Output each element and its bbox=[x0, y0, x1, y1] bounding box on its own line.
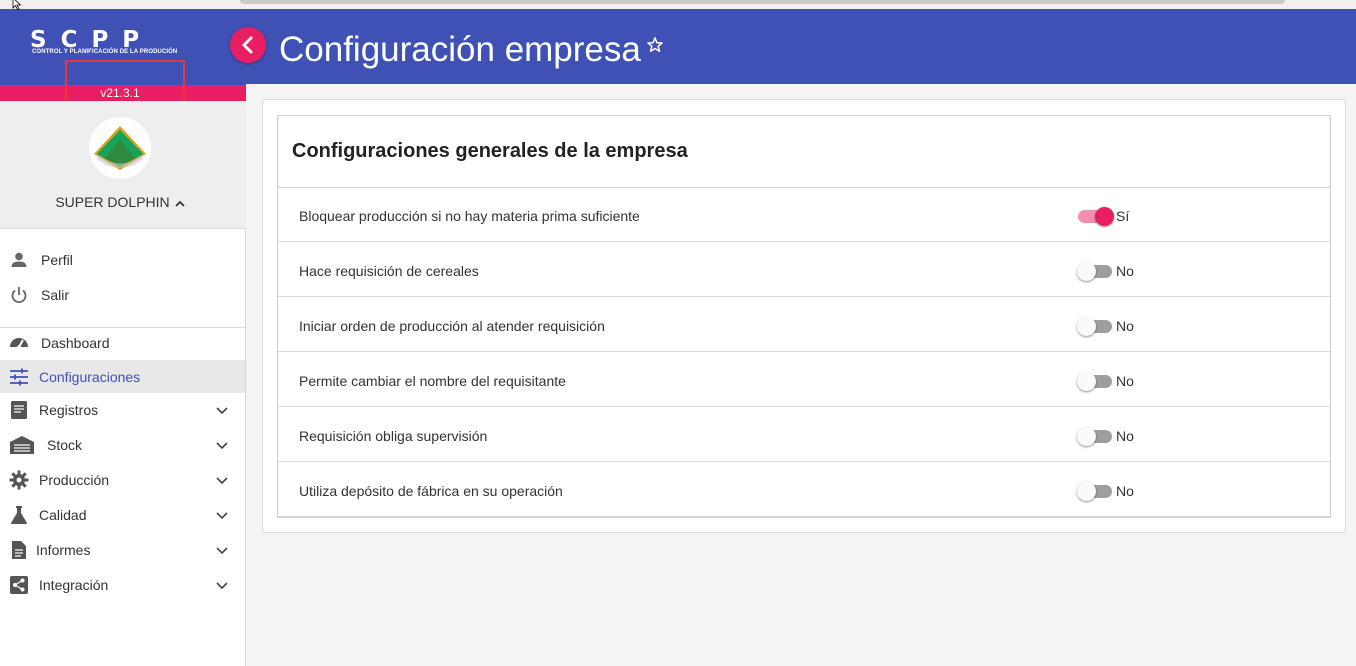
setting-label: Utiliza depósito de fábrica en su operac… bbox=[299, 483, 563, 499]
menu-item-registros[interactable]: Registros bbox=[0, 393, 245, 426]
setting-label: Bloquear producción si no hay materia pr… bbox=[299, 208, 640, 224]
page-header: Configuración empresa bbox=[230, 9, 1356, 84]
person-icon bbox=[11, 252, 27, 267]
menu-item-stock[interactable]: Stock bbox=[0, 428, 245, 461]
chevron-down-icon bbox=[216, 441, 228, 449]
collapse-sidebar-button[interactable] bbox=[230, 27, 266, 63]
menu-item-produccion[interactable]: Producción bbox=[0, 463, 245, 496]
menu-item-label: Registros bbox=[39, 401, 99, 418]
setting-state: No bbox=[1116, 263, 1134, 279]
share-icon bbox=[10, 575, 28, 594]
menu-item-label: Perfil bbox=[41, 251, 73, 268]
setting-toggle[interactable] bbox=[1077, 482, 1112, 501]
menu-item-perfil[interactable]: Perfil bbox=[0, 243, 245, 276]
company-name: SUPER DOLPHIN bbox=[55, 194, 170, 210]
card-title: Configuraciones generales de la empresa bbox=[292, 140, 688, 162]
setting-state: No bbox=[1116, 428, 1134, 444]
setting-row: Utiliza depósito de fábrica en su operac… bbox=[278, 462, 1330, 517]
menu-item-label: Configuraciones bbox=[39, 368, 141, 385]
sliders-icon bbox=[10, 368, 28, 385]
menu-item-salir[interactable]: Salir bbox=[0, 278, 245, 311]
app-logo: SCPP bbox=[30, 27, 154, 53]
menu-item-label: Salir bbox=[41, 286, 70, 303]
address-bar[interactable] bbox=[240, 0, 1285, 4]
chevron-down-icon bbox=[216, 406, 228, 414]
setting-state: No bbox=[1116, 373, 1134, 389]
setting-label: Iniciar orden de producción al atender r… bbox=[299, 318, 605, 334]
setting-label: Permite cambiar el nombre del requisitan… bbox=[299, 373, 566, 389]
setting-row: Permite cambiar el nombre del requisitan… bbox=[278, 352, 1330, 407]
chevron-down-icon bbox=[216, 581, 228, 589]
setting-label: Hace requisición de cereales bbox=[299, 263, 479, 279]
page-title: Configuración empresa bbox=[279, 30, 641, 69]
setting-state: No bbox=[1116, 318, 1134, 334]
setting-state: No bbox=[1116, 483, 1134, 499]
setting-toggle[interactable] bbox=[1077, 427, 1112, 446]
menu-item-label: Integración bbox=[39, 576, 109, 593]
settings-card: Configuraciones generales de la empresa … bbox=[277, 115, 1331, 518]
setting-toggle[interactable] bbox=[1077, 372, 1112, 391]
chevron-up-icon bbox=[175, 200, 185, 207]
setting-row: Iniciar orden de producción al atender r… bbox=[278, 297, 1330, 352]
menu-item-label: Calidad bbox=[39, 506, 87, 523]
power-icon bbox=[11, 286, 27, 303]
setting-state: Sí bbox=[1116, 208, 1130, 224]
setting-row: Hace requisición de cereales No bbox=[278, 242, 1330, 297]
setting-toggle[interactable] bbox=[1077, 317, 1112, 336]
menu-item-integracion[interactable]: Integración bbox=[0, 568, 245, 601]
document-icon bbox=[12, 540, 26, 559]
company-logo bbox=[89, 117, 151, 179]
setting-toggle[interactable] bbox=[1078, 207, 1114, 226]
menu-item-calidad[interactable]: Calidad bbox=[0, 498, 245, 531]
browser-strip bbox=[0, 0, 1356, 9]
menu-item-informes[interactable]: Informes bbox=[0, 533, 245, 566]
menu-item-label: Stock bbox=[47, 436, 83, 453]
menu-item-label: Dashboard bbox=[41, 334, 110, 351]
setting-row: Requisición obliga supervisión No bbox=[278, 407, 1330, 462]
mouse-cursor-icon bbox=[12, 0, 22, 10]
gear-icon bbox=[9, 470, 29, 489]
setting-row: Bloquear producción si no hay materia pr… bbox=[278, 187, 1330, 242]
menu-item-label: Producción bbox=[39, 471, 110, 488]
setting-label: Requisición obliga supervisión bbox=[299, 428, 488, 444]
chevron-left-icon bbox=[242, 36, 253, 54]
chevron-down-icon bbox=[216, 546, 228, 554]
chevron-down-icon bbox=[216, 476, 228, 484]
flask-icon bbox=[11, 505, 27, 524]
speedometer-icon bbox=[10, 337, 28, 349]
menu-item-dashboard[interactable]: Dashboard bbox=[0, 326, 245, 359]
menu-item-label: Informes bbox=[36, 541, 91, 558]
menu-item-configuraciones[interactable]: Configuraciones bbox=[0, 360, 245, 393]
star-outline-icon[interactable] bbox=[646, 36, 664, 54]
user-area: SUPER DOLPHIN bbox=[0, 101, 246, 229]
company-selector[interactable]: SUPER DOLPHIN bbox=[0, 194, 240, 210]
chevron-down-icon bbox=[216, 511, 228, 519]
app-logo-subtitle: CONTROL Y PLANIFICACIÓN DE LA PRODUCIÓN bbox=[32, 49, 178, 55]
book-icon bbox=[11, 400, 27, 419]
company-logo-image bbox=[94, 126, 146, 170]
warehouse-icon bbox=[10, 435, 34, 454]
sidebar: SCPP CONTROL Y PLANIFICACIÓN DE LA PRODU… bbox=[0, 9, 246, 666]
setting-toggle[interactable] bbox=[1077, 262, 1112, 281]
